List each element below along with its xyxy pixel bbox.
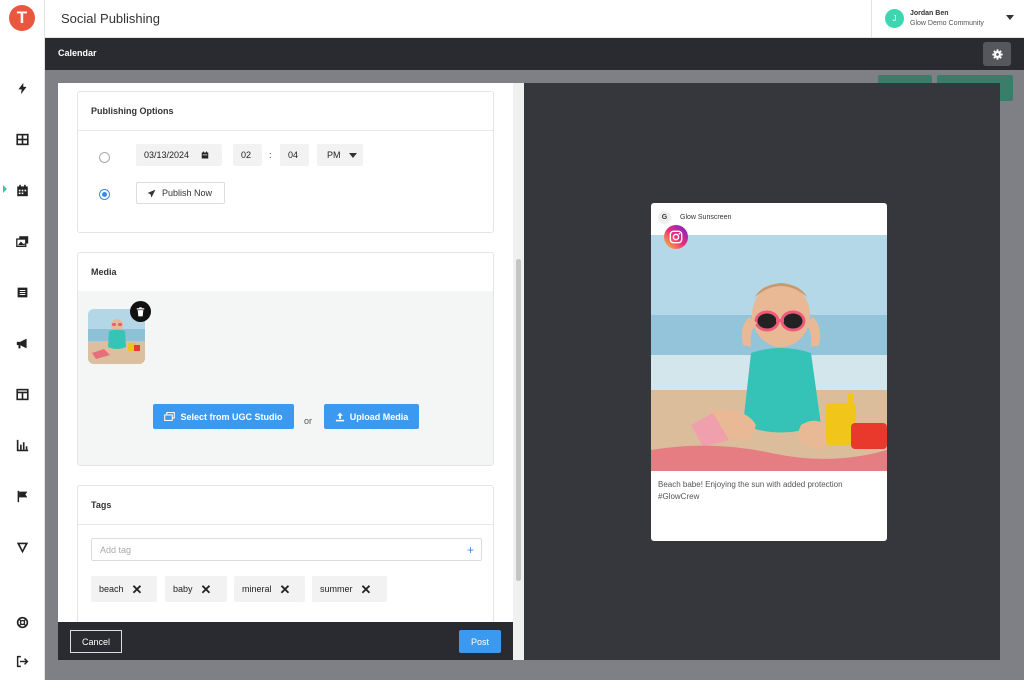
remove-tag-icon[interactable]: ✕ [201, 583, 212, 596]
upload-icon [335, 412, 344, 421]
app-title: Social Publishing [61, 11, 161, 26]
publish-now-label: Publish Now [162, 188, 213, 198]
section-bar: Calendar [45, 38, 1024, 70]
select-from-ugc-studio-label: Select from UGC Studio [180, 411, 283, 422]
publishing-options-card: Publishing Options 03/13/2024 02 : 04 PM [77, 91, 494, 233]
divider [78, 130, 493, 131]
flag-icon[interactable] [12, 486, 32, 506]
tag-chip: summer ✕ [312, 576, 387, 602]
calendar-icon [201, 151, 209, 159]
user-name: Jordan Ben [910, 10, 949, 17]
tag-input-box[interactable]: + [91, 538, 482, 561]
minute-field[interactable]: 04 [280, 144, 309, 166]
paper-plane-icon [147, 189, 156, 197]
upload-media-button[interactable]: Upload Media [324, 404, 419, 429]
chevron-down-icon [348, 152, 357, 158]
date-value: 03/13/2024 [144, 150, 190, 160]
publish-now-radio[interactable] [99, 189, 110, 200]
post-preview-card: G Glow Sunscreen Beach babe! Enjoying th… [651, 203, 887, 541]
time-separator: : [269, 150, 272, 160]
account-avatar: G [658, 211, 671, 224]
divider [78, 524, 493, 525]
lifebuoy-icon[interactable] [12, 612, 32, 632]
post-composer-modal: Publishing Options 03/13/2024 02 : 04 PM [58, 83, 1000, 660]
list-icon[interactable] [12, 282, 32, 302]
tags-card: Tags + beach ✕ baby ✕ mineral ✕ summer ✕ [77, 485, 494, 622]
avatar: J [885, 9, 904, 28]
tag-label: baby [173, 584, 193, 594]
tag-label: mineral [242, 584, 272, 594]
gallery-icon[interactable] [12, 231, 32, 251]
card-title: Media [91, 267, 117, 277]
post-image [651, 235, 887, 471]
preview-panel: G Glow Sunscreen Beach babe! Enjoying th… [524, 83, 1000, 660]
calendar-icon[interactable] [12, 180, 32, 200]
layout-icon[interactable] [12, 384, 32, 404]
minute-value: 04 [288, 150, 299, 160]
ampm-select[interactable]: PM [317, 144, 363, 166]
logout-icon[interactable] [12, 651, 32, 671]
top-header: Social Publishing J Jordan Ben Glow Demo… [45, 0, 1024, 38]
date-field[interactable]: 03/13/2024 [136, 144, 222, 166]
upload-media-label: Upload Media [349, 411, 409, 422]
tag-chip: mineral ✕ [234, 576, 305, 602]
modal-footer [58, 622, 513, 660]
media-area: Select from UGC Studio or Upload Media [78, 291, 493, 465]
post-button[interactable]: Post [459, 630, 501, 653]
tag-chip: baby ✕ [165, 576, 227, 602]
delete-media-button[interactable] [130, 301, 151, 322]
media-card: Media Select from UGC Studio or Upload M… [77, 252, 494, 466]
or-separator: or [304, 416, 313, 426]
account-name: Glow Sunscreen [680, 214, 732, 221]
gallery-icon [164, 411, 176, 421]
trash-icon [136, 306, 145, 316]
schedule-radio[interactable] [99, 152, 110, 163]
publish-now-button[interactable]: Publish Now [136, 182, 225, 204]
instagram-icon [664, 225, 688, 249]
card-title: Tags [91, 500, 112, 510]
v-logo-icon[interactable] [12, 537, 32, 557]
tag-label: summer [320, 584, 353, 594]
settings-button[interactable] [983, 42, 1011, 66]
remove-tag-icon[interactable]: ✕ [361, 583, 372, 596]
post-photo [651, 235, 887, 471]
left-nav: T [0, 0, 45, 680]
add-tag-icon[interactable]: + [467, 543, 474, 557]
card-title: Publishing Options [91, 106, 174, 116]
remove-tag-icon[interactable]: ✕ [280, 583, 291, 596]
bolt-icon[interactable] [12, 78, 32, 98]
gear-icon [991, 48, 1003, 60]
remove-tag-icon[interactable]: ✕ [132, 583, 143, 596]
user-menu[interactable]: J Jordan Ben Glow Demo Community [871, 0, 1024, 38]
post-caption: Beach babe! Enjoying the sun with added … [658, 480, 843, 501]
scrollbar-thumb[interactable] [516, 259, 521, 581]
cancel-button[interactable]: Cancel [70, 630, 122, 653]
chevron-down-icon[interactable] [1006, 15, 1014, 20]
tag-chip: beach ✕ [91, 576, 157, 602]
app-logo[interactable]: T [9, 5, 35, 31]
select-from-ugc-studio-button[interactable]: Select from UGC Studio [153, 404, 294, 429]
form-scrollbar[interactable] [513, 83, 524, 660]
active-indicator [3, 185, 7, 193]
hour-value: 02 [241, 150, 252, 160]
tag-label: beach [99, 584, 124, 594]
add-tag-input[interactable] [100, 543, 440, 557]
user-community: Glow Demo Community [910, 20, 984, 27]
grid-icon[interactable] [12, 129, 32, 149]
megaphone-icon[interactable] [12, 333, 32, 353]
composer-form: Publishing Options 03/13/2024 02 : 04 PM [58, 83, 513, 622]
section-title: Calendar [58, 48, 97, 58]
chart-icon[interactable] [12, 435, 32, 455]
ampm-value: PM [327, 150, 341, 160]
hour-field[interactable]: 02 [233, 144, 262, 166]
